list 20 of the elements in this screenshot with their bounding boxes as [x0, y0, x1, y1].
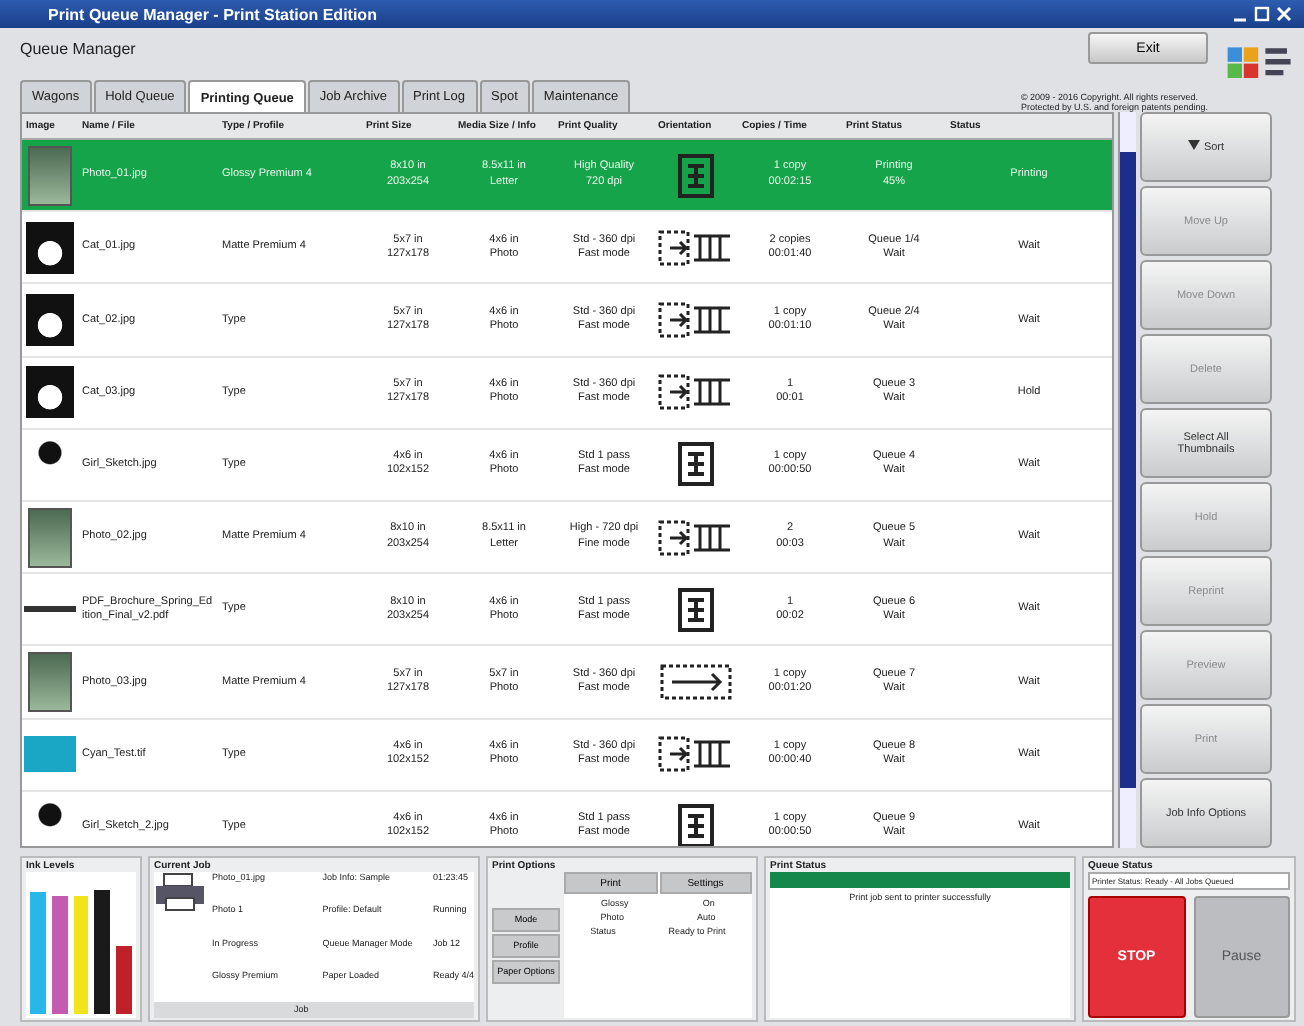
landscape-orientation-icon — [658, 227, 734, 268]
landscape-orientation-icon — [658, 299, 734, 340]
wide-orientation-icon — [660, 661, 732, 702]
landscape-orientation-icon — [658, 372, 734, 413]
portrait-orientation-icon — [676, 442, 716, 487]
landscape-orientation-icon — [658, 517, 734, 558]
portrait-orientation-icon — [676, 587, 716, 632]
close-icon[interactable] — [1276, 6, 1292, 22]
image-placeholder — [24, 736, 76, 773]
maximize-icon[interactable] — [1254, 6, 1270, 22]
photo-placeholder — [28, 507, 72, 568]
document-thumbnail — [24, 606, 76, 613]
app-title: Queue Manager — [20, 40, 138, 58]
window-title: Print Queue Manager - Print Station Edition — [48, 5, 377, 23]
scrollbar[interactable] — [1118, 112, 1136, 848]
portrait-orientation-icon — [676, 804, 716, 846]
photo-placeholder — [28, 145, 72, 206]
portrait-orientation-icon — [676, 153, 716, 198]
landscape-orientation-icon — [658, 734, 734, 775]
photo-placeholder — [28, 651, 72, 712]
